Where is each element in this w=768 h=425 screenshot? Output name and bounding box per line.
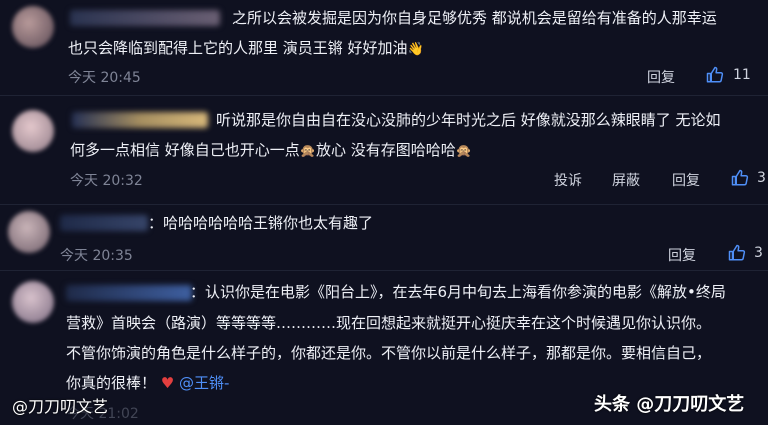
see-no-evil-monkey-icon: 🙊 xyxy=(455,144,472,159)
comment-text-segment: 你真的很棒！ xyxy=(66,374,157,392)
like-count: 3 xyxy=(754,245,763,261)
comment-text-segment: 放心 没有存图哈哈哈 xyxy=(315,141,456,159)
like-count: 3 xyxy=(757,170,766,186)
comment-text-line: 何多一点相信 好像自己也开心一点🙊放心 没有存图哈哈哈🙊 xyxy=(70,138,472,164)
comment-1: 之所以会被发掘是因为你自身足够优秀 都说机会是留给有准备的人那幸运 也只会降临到… xyxy=(0,0,768,95)
waving-hand-icon: 👋 xyxy=(407,42,424,57)
comment-text-line: 不管你饰演的角色是什么样子的，你都还是你。不管你以前是什么样子，那都是你。要相信… xyxy=(66,344,712,362)
comment-text-line: 之所以会被发掘是因为你自身足够优秀 都说机会是留给有准备的人那幸运 xyxy=(232,9,717,27)
block-button[interactable]: 屏蔽 xyxy=(612,170,640,190)
thumbs-up-icon[interactable] xyxy=(728,244,746,262)
timestamp: 今天 20:35 xyxy=(60,248,133,264)
comment-text-segment: 也只会降临到配得上它的人那里 演员王锵 好好加油 xyxy=(68,39,408,57)
comment-text-line: 听说那是你自由自在没心没肺的少年时光之后 好像就没那么辣眼睛了 无论如 xyxy=(216,111,721,129)
heart-icon: ♥ xyxy=(160,374,175,392)
mention-link[interactable]: @王锵- xyxy=(179,374,229,392)
comment-text-line: ：哈哈哈哈哈哈王锵你也太有趣了 xyxy=(148,214,374,232)
avatar[interactable] xyxy=(8,211,50,253)
comment-text-line: 营救》首映会（路演）等等等等…………现在回想起来就挺开心挺庆幸在这个时候遇见你认… xyxy=(66,314,712,332)
comment-text-line: 也只会降临到配得上它的人那里 演员王锵 好好加油👋 xyxy=(68,36,424,62)
reply-button[interactable]: 回复 xyxy=(668,245,696,265)
report-button[interactable]: 投诉 xyxy=(554,170,582,190)
thumbs-up-icon[interactable] xyxy=(731,169,749,187)
comment-2: 听说那是你自由自在没心没肺的少年时光之后 好像就没那么辣眼睛了 无论如 何多一点… xyxy=(0,96,768,204)
comment-3: ：哈哈哈哈哈哈王锵你也太有趣了 今天 20:35 回复 3 xyxy=(0,205,768,275)
avatar[interactable] xyxy=(12,6,54,48)
see-no-evil-monkey-icon: 🙊 xyxy=(299,144,316,159)
thumbs-up-icon[interactable] xyxy=(706,66,724,84)
avatar[interactable] xyxy=(12,281,54,323)
username[interactable] xyxy=(72,112,208,128)
reply-button[interactable]: 回复 xyxy=(647,67,675,87)
like-count: 11 xyxy=(733,67,751,83)
reply-button[interactable]: 回复 xyxy=(672,170,700,190)
watermark-right: 头条 @刀刀叨文艺 xyxy=(594,394,745,415)
timestamp: 今天 20:32 xyxy=(70,173,143,189)
username[interactable] xyxy=(60,215,148,231)
watermark-left: @刀刀叨文艺 xyxy=(12,397,109,416)
comment-text-segment: 何多一点相信 好像自己也开心一点 xyxy=(70,141,300,159)
comment-text-line: ：认识你是在电影《阳台上》，在去年6月中旬去上海看你参演的电影《解放•终局 xyxy=(190,283,726,301)
avatar[interactable] xyxy=(12,110,54,152)
timestamp: 今天 20:45 xyxy=(68,70,141,86)
username[interactable] xyxy=(70,10,220,26)
username[interactable] xyxy=(66,285,192,301)
